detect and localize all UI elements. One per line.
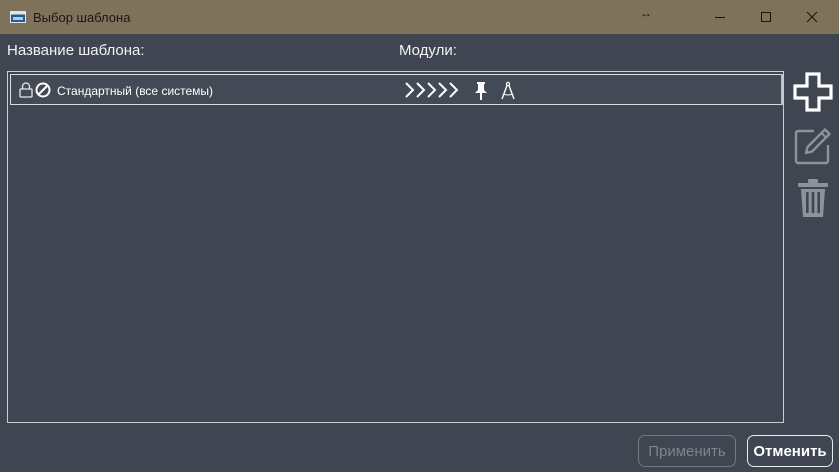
delete-template-button[interactable] <box>792 177 834 219</box>
compass-icon <box>501 81 515 100</box>
minimize-icon <box>715 17 725 18</box>
modules-column-label: Модули: <box>399 42 457 59</box>
pencil-icon <box>794 128 831 165</box>
edit-template-button[interactable] <box>792 125 834 167</box>
close-icon <box>806 11 818 23</box>
close-button[interactable] <box>789 0 835 34</box>
template-row[interactable]: Стандартный (все системы) <box>10 74 782 105</box>
chevron-chain-icon <box>405 82 459 98</box>
app-icon <box>10 11 26 23</box>
trash-icon <box>798 179 828 217</box>
row-scrollbar[interactable] <box>781 74 783 105</box>
template-name-column-label: Название шаблона: <box>7 42 145 59</box>
maximize-button[interactable] <box>743 0 789 34</box>
pin-icon <box>475 82 487 100</box>
lock-icon <box>19 82 33 98</box>
template-name: Стандартный (все системы) <box>57 84 214 98</box>
apply-button[interactable]: Применить <box>638 435 736 467</box>
window-title: Выбор шаблона <box>33 10 131 25</box>
cancel-button[interactable]: Отменить <box>747 435 833 467</box>
resize-cursor-icon: ↔ <box>640 6 652 20</box>
maximize-icon <box>761 12 771 22</box>
minimize-button[interactable] <box>697 0 743 34</box>
add-template-button[interactable] <box>792 71 834 113</box>
title-bar: Выбор шаблона ↔ <box>0 0 839 34</box>
no-entry-icon <box>35 82 51 98</box>
plus-icon <box>793 72 833 112</box>
template-list[interactable]: Стандартный (все системы) <box>7 71 784 423</box>
